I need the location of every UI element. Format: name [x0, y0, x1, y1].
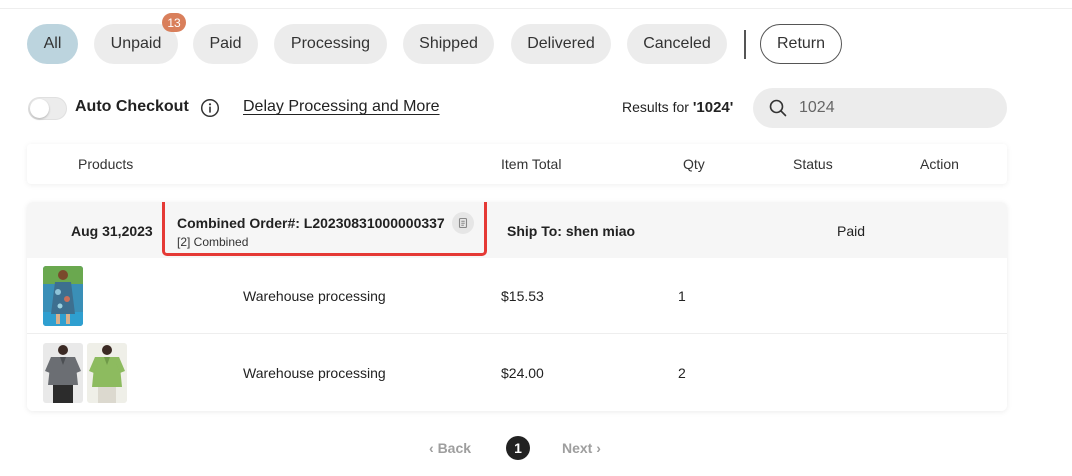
tab-paid[interactable]: Paid [193, 24, 258, 64]
tab-return[interactable]: Return [760, 24, 842, 64]
toggle-knob [30, 99, 49, 118]
delay-processing-link[interactable]: Delay Processing and More [243, 98, 440, 116]
pagination-back[interactable]: ‹ Back [429, 440, 471, 456]
tab-label: Paid [209, 35, 242, 52]
top-divider [0, 8, 1072, 9]
search-icon[interactable] [769, 99, 787, 117]
item-state: Warehouse processing [243, 288, 386, 304]
tab-unpaid[interactable]: Unpaid 13 [94, 13, 186, 64]
search-bar[interactable] [753, 88, 1007, 128]
tab-label: Return [776, 35, 826, 52]
unpaid-count-badge: 13 [162, 13, 186, 32]
item-qty: 2 [678, 365, 686, 381]
tab-processing[interactable]: Processing [274, 24, 387, 64]
header-action: Action [920, 156, 959, 172]
header-item-total: Item Total [501, 156, 562, 172]
table-header: Products Item Total Qty Status Action [27, 144, 1007, 184]
tab-label: Unpaid [110, 35, 162, 52]
item-state: Warehouse processing [243, 365, 386, 381]
product-thumbnail-gray-polo[interactable] [43, 343, 83, 403]
search-results-summary: Results for '1024' [622, 99, 733, 116]
results-query: '1024' [692, 99, 734, 116]
item-total: $24.00 [501, 365, 544, 381]
tab-canceled[interactable]: Canceled [627, 24, 727, 64]
tab-label: Delivered [527, 35, 595, 52]
tab-shipped[interactable]: Shipped [403, 24, 494, 64]
results-prefix: Results for [622, 99, 693, 115]
product-thumbnail-floral-dress[interactable] [43, 266, 83, 326]
tab-label: All [43, 35, 62, 52]
item-total: $15.53 [501, 288, 544, 304]
chevron-right-icon: › [592, 440, 601, 456]
header-qty: Qty [683, 156, 705, 172]
ship-to: Ship To: shen miao [507, 223, 636, 239]
tab-label: Processing [290, 35, 371, 52]
auto-checkout-toggle[interactable] [28, 97, 67, 120]
tab-delivered[interactable]: Delivered [511, 24, 611, 64]
info-icon[interactable] [200, 98, 220, 118]
tab-label: Canceled [643, 35, 711, 52]
pagination-page-1[interactable]: 1 [506, 436, 530, 460]
pagination-back-label: Back [437, 440, 472, 456]
header-status: Status [793, 156, 833, 172]
product-thumbnail-green-polo[interactable] [87, 343, 127, 403]
tab-all[interactable]: All [27, 24, 78, 64]
chevron-left-icon: ‹ [429, 440, 438, 456]
search-input[interactable] [799, 88, 999, 128]
item-qty: 1 [678, 288, 686, 304]
pagination-next-label: Next [562, 440, 593, 456]
tab-label: Shipped [419, 35, 478, 52]
pagination-next[interactable]: Next › [562, 440, 601, 456]
order-item-row: Warehouse processing $15.53 1 [27, 258, 1007, 334]
header-products: Products [78, 156, 134, 172]
order-date: Aug 31,2023 [71, 223, 153, 239]
order-item-row: Warehouse processing $24.00 2 [27, 335, 1007, 411]
order-number-highlight [162, 202, 487, 256]
tab-divider [744, 30, 746, 59]
auto-checkout-label: Auto Checkout [75, 98, 189, 115]
order-card: Aug 31,2023 Combined Order#: L2023083100… [27, 202, 1007, 411]
order-status: Paid [837, 223, 866, 239]
